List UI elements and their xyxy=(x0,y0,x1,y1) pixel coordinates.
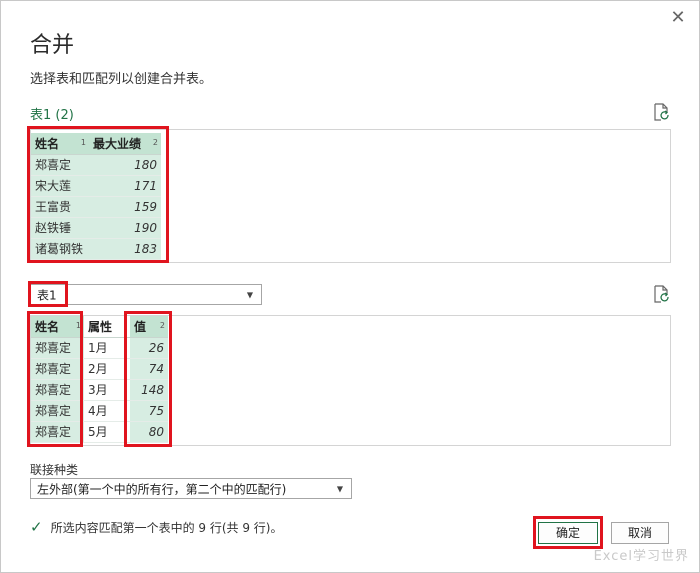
watermark: Excel学习世界 xyxy=(593,549,689,564)
table1-preview: 姓名 1 最大业绩 2 郑喜定 180 宋大莲 171 王富贵 159 赵铁锤 … xyxy=(30,129,671,263)
cell: 180 xyxy=(89,154,161,176)
cell: 郑喜定 xyxy=(31,337,84,359)
cancel-button[interactable]: 取消 xyxy=(611,522,669,544)
column-header-value[interactable]: 值 2 xyxy=(130,316,168,338)
cell: 宋大莲 xyxy=(31,175,89,197)
cell: 183 xyxy=(89,238,161,260)
join-kind-select[interactable]: 左外部(第一个中的所有行，第二个中的匹配行) ▼ xyxy=(30,478,352,499)
cell: 26 xyxy=(130,337,168,359)
dialog-subtitle: 选择表和匹配列以创建合并表。 xyxy=(30,72,213,87)
table2-grid: 姓名 1 属性 值 2 郑喜定 1月 26 郑喜定 2月 74 郑喜定 3月 1… xyxy=(31,316,168,443)
cell: 80 xyxy=(130,421,168,443)
cell: 郑喜定 xyxy=(31,358,84,380)
chevron-down-icon: ▼ xyxy=(336,484,343,493)
chevron-down-icon: ▼ xyxy=(246,290,253,299)
table-row: 宋大莲 171 xyxy=(31,175,161,197)
table-row: 郑喜定 4月 75 xyxy=(31,400,168,422)
cell: 赵铁锤 xyxy=(31,217,89,239)
column-header-max-sales[interactable]: 最大业绩 2 xyxy=(89,133,161,155)
join-kind-value: 左外部(第一个中的所有行，第二个中的匹配行) xyxy=(37,482,287,496)
column-header-name[interactable]: 姓名 1 xyxy=(31,133,89,155)
table1-label: 表1 (2) xyxy=(30,108,74,123)
cell: 1月 xyxy=(84,337,130,359)
table-header-row: 姓名 1 属性 值 2 xyxy=(31,316,168,338)
cell: 郑喜定 xyxy=(31,421,84,443)
cell: 诸葛钢铁 xyxy=(31,238,89,260)
cell: 4月 xyxy=(84,400,130,422)
cell: 171 xyxy=(89,175,161,197)
cell: 3月 xyxy=(84,379,130,401)
cell: 190 xyxy=(89,217,161,239)
table1-grid: 姓名 1 最大业绩 2 郑喜定 180 宋大莲 171 王富贵 159 赵铁锤 … xyxy=(31,133,161,260)
merge-dialog: ✕ 合并 选择表和匹配列以创建合并表。 表1 (2) 姓名 1 最大业绩 2 郑… xyxy=(0,0,700,573)
table-row: 郑喜定 5月 80 xyxy=(31,421,168,443)
cell: 5月 xyxy=(84,421,130,443)
table-row: 王富贵 159 xyxy=(31,196,161,218)
cell: 148 xyxy=(130,379,168,401)
join-kind-label: 联接种类 xyxy=(30,463,79,477)
refresh-icon[interactable] xyxy=(652,285,670,303)
dialog-title: 合并 xyxy=(30,33,75,58)
cell: 74 xyxy=(130,358,168,380)
ok-button[interactable]: 确定 xyxy=(538,522,598,544)
column-header-name[interactable]: 姓名 1 xyxy=(31,316,84,338)
table2-preview: 姓名 1 属性 值 2 郑喜定 1月 26 郑喜定 2月 74 郑喜定 3月 1… xyxy=(30,315,671,446)
cell: 159 xyxy=(89,196,161,218)
status-text: 所选内容匹配第一个表中的 9 行(共 9 行)。 xyxy=(50,520,283,535)
table-row: 郑喜定 1月 26 xyxy=(31,337,168,359)
table2-select[interactable]: 表1 ▼ xyxy=(30,284,262,305)
table-row: 郑喜定 3月 148 xyxy=(31,379,168,401)
table-header-row: 姓名 1 最大业绩 2 xyxy=(31,133,161,155)
refresh-icon[interactable] xyxy=(652,103,670,121)
cell: 郑喜定 xyxy=(31,400,84,422)
status-row: ✓ 所选内容匹配第一个表中的 9 行(共 9 行)。 xyxy=(30,518,282,536)
table2-select-value: 表1 xyxy=(37,288,57,302)
check-icon: ✓ xyxy=(30,518,43,536)
cell: 2月 xyxy=(84,358,130,380)
table-row: 诸葛钢铁 183 xyxy=(31,238,161,260)
close-icon[interactable]: ✕ xyxy=(667,7,689,29)
cell: 75 xyxy=(130,400,168,422)
cell: 郑喜定 xyxy=(31,154,89,176)
table-row: 郑喜定 180 xyxy=(31,154,161,176)
cell: 王富贵 xyxy=(31,196,89,218)
table-row: 郑喜定 2月 74 xyxy=(31,358,168,380)
cell: 郑喜定 xyxy=(31,379,84,401)
table-row: 赵铁锤 190 xyxy=(31,217,161,239)
column-header-attribute[interactable]: 属性 xyxy=(84,316,130,338)
